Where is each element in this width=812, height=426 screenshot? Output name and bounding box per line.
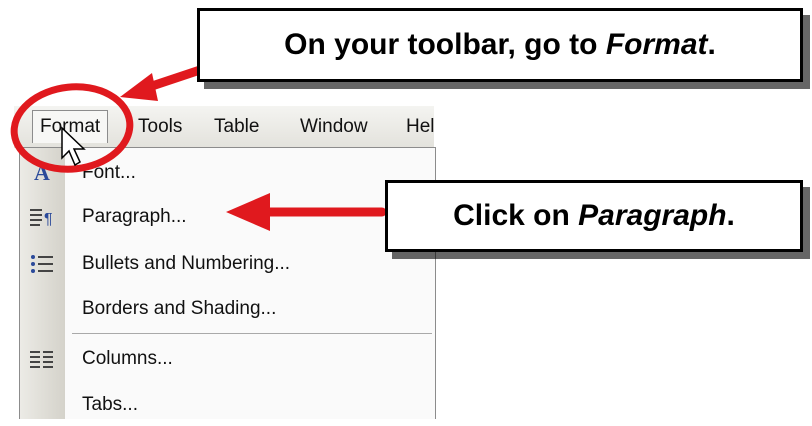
callout-paragraph-prefix: Click on <box>453 199 579 232</box>
callout-paragraph: Click on Paragraph. <box>385 180 803 252</box>
arrow-to-paragraph <box>226 193 387 231</box>
arrow-to-format <box>120 65 205 101</box>
callout-toolbar-prefix: On your toolbar, go to <box>284 28 606 61</box>
mouse-cursor-icon <box>61 126 86 167</box>
callout-toolbar: On your toolbar, go to Format. <box>197 8 803 82</box>
callout-paragraph-suffix: . <box>726 199 735 232</box>
callout-toolbar-suffix: . <box>707 28 716 61</box>
callout-toolbar-emphasis: Format <box>605 28 708 61</box>
highlight-circle <box>10 83 134 173</box>
callout-paragraph-emphasis: Paragraph <box>578 199 727 232</box>
